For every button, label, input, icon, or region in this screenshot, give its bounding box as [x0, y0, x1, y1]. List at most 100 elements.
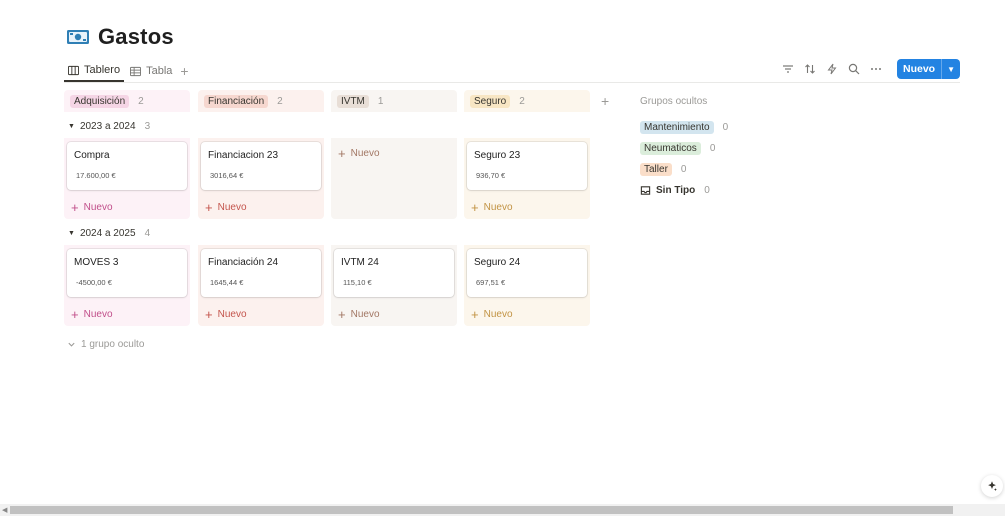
board-card[interactable]: Seguro 24 697,51 €: [467, 249, 587, 297]
add-card-button[interactable]: + Nuevo: [71, 307, 113, 322]
hidden-group-item[interactable]: Taller 0: [640, 159, 728, 180]
hidden-groups-title: Grupos ocultos: [640, 96, 708, 107]
card-title: Financiacion 23: [208, 150, 279, 161]
column-count: 2: [277, 95, 283, 107]
hidden-group-label: Mantenimiento: [640, 121, 714, 134]
hidden-group-label: Neumaticos: [640, 142, 701, 155]
divider: [64, 82, 960, 83]
board-cell: Seguro 23 936,70 € + Nuevo: [464, 138, 590, 219]
plus-icon: +: [471, 200, 479, 215]
filter-icon[interactable]: [781, 62, 795, 76]
board-cell: Seguro 24 697,51 € + Nuevo: [464, 245, 590, 326]
card-title: Seguro 23: [474, 150, 521, 161]
group-count: 3: [144, 121, 151, 132]
add-card-button[interactable]: + Nuevo: [205, 307, 247, 322]
column-header[interactable]: Financiación 2: [198, 90, 324, 112]
automation-icon[interactable]: [825, 62, 839, 76]
board-cell: IVTM 24 115,10 € + Nuevo: [331, 245, 457, 326]
page-header: Gastos: [66, 24, 174, 50]
board-card[interactable]: Compra 17.600,00 €: [67, 142, 187, 190]
inbox-icon: [640, 186, 651, 195]
column-count: 2: [519, 95, 525, 107]
add-card-button[interactable]: + Nuevo: [471, 200, 513, 215]
add-card-label: Nuevo: [217, 202, 247, 213]
add-card-label: Nuevo: [83, 309, 113, 320]
card-amount: 17.600,00 €: [76, 171, 116, 180]
add-column-icon[interactable]: +: [601, 93, 609, 109]
hidden-group-item[interactable]: Neumaticos 0: [640, 138, 728, 159]
column-count: 1: [377, 95, 384, 107]
add-card-label: Nuevo: [350, 148, 380, 159]
board-card[interactable]: Financiacion 23 3016,64 €: [201, 142, 321, 190]
board-cell: Financiacion 23 3016,64 € + Nuevo: [198, 138, 324, 219]
add-card-button[interactable]: + Nuevo: [338, 146, 380, 161]
tab-tabla[interactable]: Tabla: [126, 60, 176, 82]
hidden-groups-panel: Grupos ocultos Mantenimiento 0 Neumaticos 0…: [640, 96, 728, 201]
plus-icon: +: [338, 307, 346, 322]
tab-tablero[interactable]: Tablero: [64, 60, 125, 82]
scroll-left-icon[interactable]: ◀: [2, 506, 7, 514]
board-icon: [68, 65, 79, 75]
column-header[interactable]: IVTM 1: [331, 90, 457, 112]
chevron-down-icon[interactable]: ▼: [942, 59, 960, 79]
card-amount: 936,70 €: [476, 171, 506, 180]
column-label: Financiación: [204, 94, 269, 108]
group-header[interactable]: ▼ 2024 a 2025 4: [68, 228, 150, 239]
column-header[interactable]: Adquisición 2: [64, 90, 190, 112]
add-card-label: Nuevo: [217, 309, 247, 320]
card-amount: 697,51 €: [476, 278, 506, 287]
scrollbar-thumb[interactable]: [10, 506, 953, 514]
sort-icon[interactable]: [803, 62, 817, 76]
card-amount: 3016,64 €: [210, 171, 244, 180]
board-card[interactable]: Financiación 24 1645,44 €: [201, 249, 321, 297]
group-label: 2024 a 2025: [79, 228, 136, 239]
add-card-button[interactable]: + Nuevo: [71, 200, 113, 215]
plus-icon: +: [338, 146, 346, 161]
card-amount: 115,10 €: [343, 278, 372, 287]
add-card-button[interactable]: + Nuevo: [471, 307, 513, 322]
new-button[interactable]: Nuevo ▼: [896, 59, 960, 79]
hidden-group-sin-tipo[interactable]: Sin Tipo 0: [640, 180, 728, 201]
card-amount: -4500,00 €: [76, 278, 112, 287]
more-icon[interactable]: [869, 62, 883, 76]
plus-icon: +: [471, 307, 479, 322]
group-count: 4: [144, 228, 151, 239]
column-header[interactable]: Seguro 2: [464, 90, 590, 112]
board-card[interactable]: MOVES 3 -4500,00 €: [67, 249, 187, 297]
board-card[interactable]: IVTM 24 115,10 €: [334, 249, 454, 297]
hidden-group-label: Taller: [640, 163, 672, 176]
group-header[interactable]: ▼ 2023 a 2024 3: [68, 121, 150, 132]
plus-icon: +: [71, 307, 79, 322]
sparkle-icon: [988, 481, 997, 492]
column-label: Seguro: [470, 94, 511, 108]
add-card-button[interactable]: + Nuevo: [338, 307, 380, 322]
add-card-label: Nuevo: [350, 309, 380, 320]
hidden-group-count: 0: [680, 164, 687, 175]
hidden-group-count: 0: [709, 143, 716, 154]
card-title: MOVES 3: [74, 257, 119, 268]
column-count: 2: [138, 95, 144, 107]
add-card-label: Nuevo: [83, 202, 113, 213]
ai-assistant-button[interactable]: [981, 475, 1003, 497]
hidden-groups-toggle[interactable]: 1 grupo oculto: [67, 339, 144, 350]
card-title: Compra: [74, 150, 110, 161]
board-cell: Financiación 24 1645,44 € + Nuevo: [198, 245, 324, 326]
add-view-icon[interactable]: +: [180, 63, 188, 79]
search-icon[interactable]: [847, 62, 861, 76]
hidden-footer-label: 1 grupo oculto: [81, 339, 145, 350]
board-card[interactable]: Seguro 23 936,70 €: [467, 142, 587, 190]
money-bills-icon: [66, 27, 90, 47]
triangle-down-icon[interactable]: ▼: [68, 230, 75, 237]
new-button-label[interactable]: Nuevo: [897, 59, 943, 79]
triangle-down-icon[interactable]: ▼: [68, 123, 75, 130]
hidden-group-label: Sin Tipo: [656, 185, 696, 196]
toolbar: Nuevo ▼: [781, 59, 960, 79]
hidden-group-count: 0: [704, 185, 710, 196]
horizontal-scrollbar[interactable]: ◀: [0, 504, 1005, 516]
hidden-group-count: 0: [722, 122, 729, 133]
table-icon: [130, 66, 142, 76]
hidden-group-item[interactable]: Mantenimiento 0: [640, 117, 728, 138]
add-card-button[interactable]: + Nuevo: [205, 200, 247, 215]
plus-icon: +: [205, 200, 213, 215]
page-title[interactable]: Gastos: [98, 24, 174, 50]
